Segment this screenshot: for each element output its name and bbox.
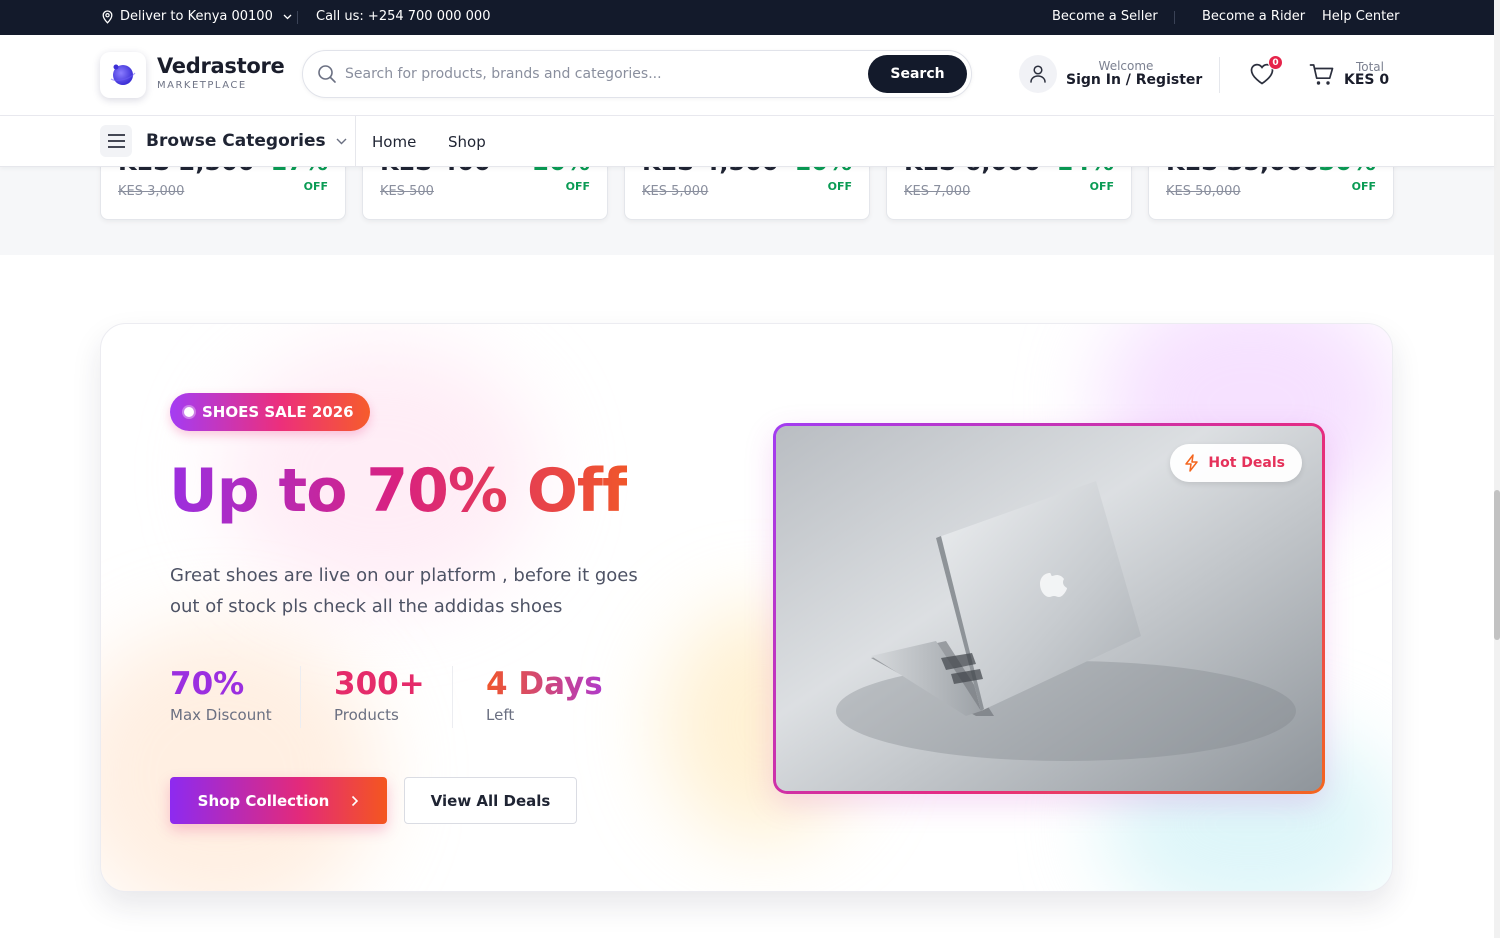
deal-off-label: OFF [1351,180,1376,193]
stat-value: 70% [170,666,245,702]
call-us-text: Call us: +254 700 000 000 [316,9,491,24]
page-scrollbar[interactable] [1494,0,1500,938]
deal-off-label: OFF [303,180,328,193]
deal-old-price: KES 500 [380,184,434,199]
divider [1219,57,1220,93]
deal-old-price: KES 50,000 [1166,184,1241,199]
deal-price: KES 400 [380,167,491,176]
deal-price: KES 4,500 [642,167,779,176]
menu-button[interactable] [100,125,132,157]
divider [452,666,453,728]
stat-days-left: 4 Days Left [486,666,603,724]
deal-card[interactable]: KES 400 20% KES 500 OFF [362,167,608,220]
sale-pill: SHOES SALE 2026 [170,393,370,431]
deal-card[interactable]: KES 2,500 17% KES 3,000 OFF [100,167,346,220]
shop-collection-button[interactable]: Shop Collection [170,777,387,824]
pill-dot [184,407,194,417]
deal-card[interactable]: KES 6,000 14% KES 7,000 OFF [886,167,1132,220]
search-button[interactable]: Search [868,55,967,93]
stat-value: 300+ [334,666,425,702]
stat-label: Max Discount [170,706,272,724]
deal-off-label: OFF [1089,180,1114,193]
divider [355,116,356,167]
chevron-down-icon [283,14,292,19]
hamburger-icon [107,134,125,148]
deal-card[interactable]: KES 35,000 30% KES 50,000 OFF [1148,167,1394,220]
deals-strip: KES 2,500 17% KES 3,000 OFF KES 400 20% … [0,167,1494,255]
deal-old-price: KES 5,000 [642,184,709,199]
stat-value-text: 4 Days [486,666,603,702]
deal-discount: 14% [1057,167,1114,176]
stat-label: Products [334,706,399,724]
welcome-label: Welcome [1098,59,1154,73]
planet-logo-icon [110,64,136,85]
become-seller-link[interactable]: Become a Seller [1052,9,1158,24]
deal-discount: 17% [271,167,328,176]
logo[interactable] [100,52,146,98]
promo-image-frame: Hot Deals [773,423,1325,794]
brand-subtitle: MARKETPLACE [157,80,247,91]
deal-price: KES 35,000 [1166,167,1319,176]
page-scrollbar-thumb[interactable] [1494,490,1500,640]
promo-image[interactable]: Hot Deals [776,426,1322,791]
sale-pill-text: SHOES SALE 2026 [202,403,354,421]
deliver-location[interactable]: Deliver to Kenya 00100 [101,9,292,24]
deliver-text: Deliver to Kenya 00100 [120,9,273,24]
wishlist-button[interactable]: 0 [1249,55,1283,90]
chevron-right-icon [352,795,359,806]
wishlist-count-badge: 0 [1268,55,1283,70]
become-rider-link[interactable]: Become a Rider [1202,9,1305,24]
deal-price: KES 2,500 [118,167,255,176]
deal-price: KES 6,000 [904,167,1041,176]
hot-deals-badge: Hot Deals [1170,444,1302,482]
search-bar: Search [302,50,972,98]
cart-total-value: KES 0 [1344,72,1390,88]
stat-products: 300+ Products [334,666,425,724]
cart-icon [1309,64,1334,85]
search-input[interactable] [345,61,855,87]
stat-label: Left [486,706,515,724]
category-nav: Browse Categories Home Shop [0,116,1494,167]
deal-discount: 30% [1319,167,1376,176]
sign-in-register-link[interactable]: Sign In / Register [1066,72,1202,88]
deal-old-price: KES 7,000 [904,184,971,199]
cart-button[interactable] [1309,63,1335,91]
view-all-deals-button[interactable]: View All Deals [404,777,577,824]
divider [300,666,301,728]
location-pin-icon [102,9,113,24]
user-icon [1030,65,1046,83]
shop-collection-label: Shop Collection [197,791,330,810]
deal-off-label: OFF [827,180,852,193]
deal-off-label: OFF [565,180,590,193]
top-bar: Deliver to Kenya 00100 Call us: +254 700… [0,0,1494,35]
deal-old-price: KES 3,000 [118,184,185,199]
site-header: Vedrastore MARKETPLACE Search Welcome Si… [0,35,1494,116]
decor-blob [101,624,381,891]
user-avatar[interactable] [1019,55,1057,93]
chevron-down-icon [336,138,347,144]
lightning-icon [1185,454,1199,472]
browse-categories-label: Browse Categories [146,131,326,151]
nav-home-link[interactable]: Home [372,133,416,151]
divider [297,11,298,24]
promo-banner: SHOES SALE 2026 Up to 70% Off Great shoe… [100,323,1393,892]
stat-value: 4 Days [486,666,603,702]
deal-discount: 10% [795,167,852,176]
divider [1174,11,1175,24]
nav-shop-link[interactable]: Shop [448,133,486,151]
promo-headline: Up to 70% Off [169,456,628,526]
search-icon [318,65,336,83]
stat-max-discount: 70% Max Discount [170,666,272,724]
deal-discount: 20% [533,167,590,176]
deal-card[interactable]: KES 4,500 10% KES 5,000 OFF [624,167,870,220]
hot-deals-text: Hot Deals [1208,455,1285,471]
promo-description: Great shoes are live on our platform , b… [170,565,638,617]
help-center-link[interactable]: Help Center [1322,9,1400,24]
browse-categories-dropdown[interactable]: Browse Categories [146,131,347,151]
brand-name: Vedrastore [157,54,285,78]
